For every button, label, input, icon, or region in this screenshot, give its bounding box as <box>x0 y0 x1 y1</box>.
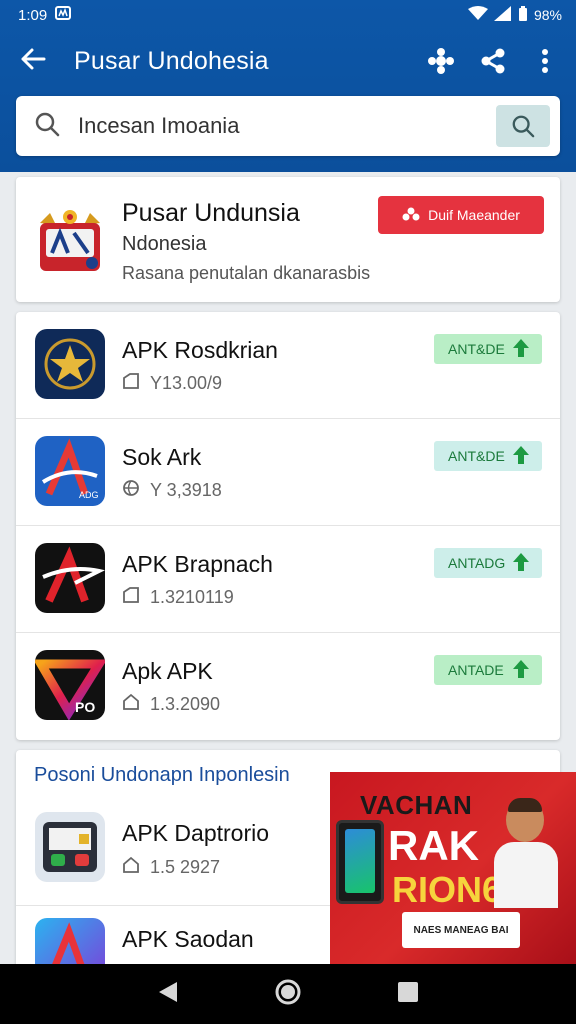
arrow-up-icon <box>512 552 530 575</box>
banner-line-1: VACHAN <box>360 790 473 820</box>
section-title: Posoni Undonapn Inponlesin <box>34 764 290 786</box>
a-logo-black-icon <box>35 543 105 613</box>
battery-level: 98% <box>533 7 562 23</box>
app-version: 1.3210119 <box>150 587 234 607</box>
search-bar <box>16 96 560 156</box>
search-button[interactable] <box>496 105 550 147</box>
featured-cta-button[interactable]: Duif Maeander <box>378 196 544 234</box>
nav-back-icon[interactable] <box>157 980 179 1009</box>
back-arrow-icon[interactable] <box>20 47 46 76</box>
nav-home-icon[interactable] <box>274 978 302 1011</box>
download-button[interactable]: ANTADE <box>434 655 542 685</box>
download-button[interactable]: ANT&DE <box>434 441 542 471</box>
download-button[interactable]: ANT&DE <box>434 334 542 364</box>
download-button[interactable]: ANTADG <box>434 548 542 578</box>
featured-description: Rasana penutalan dkanarasbis <box>122 263 371 283</box>
app-meta: Y 3,3918 <box>122 479 222 502</box>
signal-icon <box>493 6 512 24</box>
search-input[interactable] <box>78 113 496 139</box>
move-icon[interactable] <box>422 42 460 80</box>
home-icon <box>122 693 140 716</box>
more-options-icon[interactable] <box>526 42 564 80</box>
app-meta: 1.3210119 <box>122 586 234 609</box>
app-name: APK Saodan <box>122 926 254 952</box>
v-logo-icon: PO <box>35 650 105 720</box>
status-time: 1:09 <box>18 6 48 24</box>
share-icon[interactable] <box>474 42 512 80</box>
download-label: ANTADG <box>448 555 506 571</box>
featured-app-name: Pusar Undunsia <box>122 199 300 227</box>
tag-icon <box>122 586 140 609</box>
app-list: APK Rosdkrian Y13.00/9 ANT&DE ADG Sok Ar… <box>16 312 560 740</box>
app-name: APK Daptrorio <box>122 820 270 846</box>
featured-subtitle: Ndonesia <box>122 233 207 255</box>
app-meta: 1.3.2090 <box>122 693 220 716</box>
app-version: 1.3.2090 <box>150 694 221 714</box>
list-item[interactable]: APK Brapnach 1.3210119 ANTADG <box>16 526 560 633</box>
app-meta: 1.5 2927 <box>122 856 220 879</box>
notification-icon <box>55 6 72 24</box>
wifi-icon <box>467 6 488 24</box>
app-version: Y13.00/9 <box>150 373 223 393</box>
page-title: Pusar Undohesia <box>74 46 269 75</box>
arrow-up-icon <box>512 445 530 468</box>
app-meta: Y13.00/9 <box>122 372 222 395</box>
promo-banner[interactable]: VACHAN RAK RION6 NAES MANEAG BAI <box>330 772 576 964</box>
app-header: 1:09 98% Pusar Undohesia <box>0 0 576 172</box>
featured-card[interactable]: Pusar Undunsia Ndonesia Rasana penutalan… <box>16 177 560 302</box>
home-icon <box>122 856 140 879</box>
download-label: ANT&DE <box>448 341 505 357</box>
svg-text:PO: PO <box>75 699 95 715</box>
app-name: APK Brapnach <box>122 551 273 577</box>
arrow-up-icon <box>512 659 530 682</box>
banner-line-3: RION6 <box>392 869 503 910</box>
list-item[interactable]: APK Rosdkrian Y13.00/9 ANT&DE <box>16 312 560 419</box>
status-bar: 1:09 98% <box>0 0 576 30</box>
app-name: Apk APK <box>122 658 213 684</box>
battery-icon <box>518 5 528 25</box>
app-name: APK Rosdkrian <box>122 337 278 363</box>
cta-icon <box>402 207 420 224</box>
game-icon <box>35 812 105 882</box>
arrow-up-icon <box>512 338 530 361</box>
svg-text:ADG: ADG <box>79 490 99 500</box>
star-emblem-icon <box>35 329 105 399</box>
featured-logo <box>36 205 104 273</box>
system-nav-bar <box>0 964 576 1024</box>
app-name: Sok Ark <box>122 444 202 470</box>
app-bar: Pusar Undohesia <box>0 30 576 92</box>
cta-label: Duif Maeander <box>428 207 520 223</box>
app-version: Y 3,3918 <box>150 480 222 500</box>
globe-icon <box>122 479 140 502</box>
phone-image <box>336 820 384 904</box>
app-version: 1.5 2927 <box>150 857 221 877</box>
list-item[interactable]: ADG Sok Ark Y 3,3918 ANT&DE <box>16 419 560 526</box>
list-item[interactable]: PO Apk APK 1.3.2090 ANTADE <box>16 633 560 740</box>
a-logo-blue-icon: ADG <box>35 436 105 506</box>
tag-icon <box>122 372 140 395</box>
banner-tag: NAES MANEAG BAI <box>402 912 520 948</box>
download-label: ANT&DE <box>448 448 505 464</box>
download-label: ANTADE <box>448 662 504 678</box>
nav-recents-icon[interactable] <box>397 981 419 1008</box>
banner-line-2: RAK <box>388 822 479 869</box>
person-image <box>494 798 558 908</box>
search-icon <box>34 111 60 142</box>
